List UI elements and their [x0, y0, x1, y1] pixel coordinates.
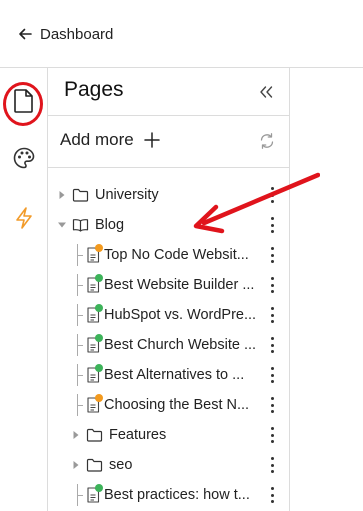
tree-page-item[interactable]: Best Alternatives to ...	[48, 360, 290, 390]
tree-page-item[interactable]: HubSpot vs. WordPre...	[48, 300, 290, 330]
caret-down-icon	[58, 222, 66, 228]
status-dot	[95, 364, 103, 372]
tree-page-item[interactable]: Best Church Website ...	[48, 330, 290, 360]
page-icon	[86, 304, 103, 323]
more-options-icon[interactable]	[268, 367, 276, 383]
tree-page-item[interactable]: Choosing the Best N...	[48, 390, 290, 420]
lightning-icon	[16, 207, 32, 229]
more-options-icon[interactable]	[268, 247, 276, 263]
arrow-left-icon	[19, 28, 32, 40]
more-options-icon[interactable]	[268, 427, 276, 443]
panel-title: Pages	[64, 78, 124, 101]
more-options-icon[interactable]	[268, 337, 276, 353]
actions-rail-button[interactable]	[6, 200, 42, 236]
top-bar: Dashboard	[0, 0, 363, 68]
tree-item-label: Features	[109, 427, 167, 443]
tree-item-university[interactable]: University	[48, 180, 290, 210]
status-dot	[95, 274, 103, 282]
caret-right-icon	[59, 191, 65, 199]
tree-item-label: Top No Code Websit...	[104, 247, 249, 263]
tree-branch-line	[74, 390, 84, 420]
tree-page-item[interactable]: Best practices: how t...	[48, 480, 290, 510]
folder-icon	[86, 458, 103, 472]
page-icon	[86, 334, 103, 353]
tree-item-label: Best Website Builder ...	[104, 277, 255, 293]
more-options-icon[interactable]	[268, 397, 276, 413]
status-dot	[95, 304, 103, 312]
expand-toggle[interactable]	[70, 430, 82, 440]
page-icon	[86, 244, 103, 263]
more-options-icon[interactable]	[268, 187, 276, 203]
page-icon	[14, 89, 33, 113]
tree-branch-line	[74, 480, 84, 510]
refresh-icon	[260, 133, 274, 149]
chevrons-left-icon	[260, 86, 273, 98]
tree-item-blog[interactable]: Blog	[48, 210, 290, 240]
page-icon	[86, 274, 103, 293]
tree-branch-line	[74, 270, 84, 300]
panel-header: Pages	[48, 68, 290, 116]
status-dot	[95, 484, 103, 492]
expand-toggle[interactable]	[56, 190, 68, 200]
tree-item-label: Best Church Website ...	[104, 337, 257, 353]
refresh-button[interactable]	[258, 132, 276, 150]
page-icon	[86, 484, 103, 503]
palette-icon	[13, 147, 35, 169]
expand-toggle[interactable]	[70, 460, 82, 470]
pages-tree: University Blog Top No Code Websit... Best …	[48, 180, 290, 510]
icon-rail	[0, 68, 48, 511]
pages-rail-button[interactable]	[6, 83, 42, 119]
tree-item-label: Best Alternatives to ...	[104, 367, 245, 383]
more-options-icon[interactable]	[268, 307, 276, 323]
folder-icon	[86, 428, 103, 442]
tree-branch-line	[74, 240, 84, 270]
collapse-panel-button[interactable]	[256, 82, 276, 102]
tree-item-features[interactable]: Features	[48, 420, 290, 450]
page-icon	[86, 364, 103, 383]
pages-panel: Pages Add more University Blog Top No Code…	[48, 68, 290, 511]
tree-page-item[interactable]: Best Website Builder ...	[48, 270, 290, 300]
tree-item-label: University	[95, 187, 159, 203]
tree-branch-line	[74, 300, 84, 330]
back-to-dashboard-link[interactable]: Dashboard	[18, 23, 113, 45]
tree-item-label: Choosing the Best N...	[104, 397, 250, 413]
caret-right-icon	[73, 431, 79, 439]
page-icon	[86, 394, 103, 413]
folder-icon	[72, 188, 89, 202]
plus-icon	[143, 132, 160, 148]
theme-rail-button[interactable]	[6, 140, 42, 176]
more-options-icon[interactable]	[268, 277, 276, 293]
book-icon	[72, 219, 89, 232]
more-options-icon[interactable]	[268, 217, 276, 233]
more-options-icon[interactable]	[268, 457, 276, 473]
status-dot	[95, 334, 103, 342]
status-dot	[95, 394, 103, 402]
tree-item-label: HubSpot vs. WordPre...	[104, 307, 257, 323]
back-label: Dashboard	[40, 25, 114, 43]
add-more-button[interactable]: Add more	[60, 130, 160, 150]
tree-branch-line	[74, 360, 84, 390]
expand-toggle[interactable]	[56, 221, 68, 229]
tree-item-label: Best practices: how t...	[104, 487, 250, 503]
tree-item-seo[interactable]: seo	[48, 450, 290, 480]
add-more-label: Add more	[60, 130, 134, 149]
status-dot	[95, 244, 103, 252]
caret-right-icon	[73, 461, 79, 469]
tree-page-item[interactable]: Top No Code Websit...	[48, 240, 290, 270]
more-options-icon[interactable]	[268, 487, 276, 503]
tree-branch-line	[74, 330, 84, 360]
add-more-row: Add more	[48, 116, 290, 168]
tree-item-label: seo	[109, 457, 133, 473]
tree-item-label: Blog	[95, 217, 125, 233]
